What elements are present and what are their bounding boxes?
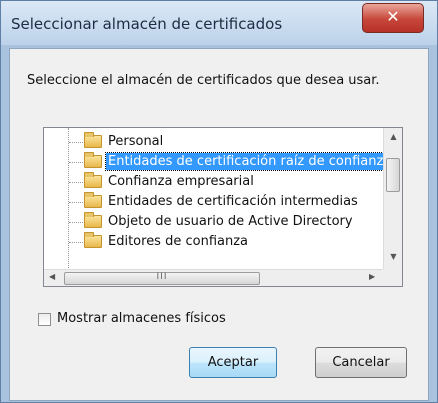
tree-item-trusted-root[interactable]: Entidades de certificación raíz de confi… bbox=[44, 152, 395, 172]
instruction-text: Seleccione el almacén de certificados qu… bbox=[27, 73, 380, 88]
tree-branch bbox=[69, 142, 83, 143]
show-physical-checkbox[interactable] bbox=[38, 313, 51, 326]
close-button[interactable]: ✕ bbox=[362, 3, 424, 33]
tree-item-active-directory[interactable]: Objeto de usuario de Active Directory bbox=[44, 212, 380, 232]
tree-item-label: Confianza empresarial bbox=[108, 174, 254, 189]
tree-item-label: Objeto de usuario de Active Directory bbox=[108, 214, 353, 229]
scroll-down-icon[interactable]: ▼ bbox=[384, 252, 402, 261]
cancel-button[interactable]: Cancelar bbox=[315, 347, 407, 378]
tree-branch bbox=[69, 202, 83, 203]
scroll-right-icon[interactable]: ▶ bbox=[369, 272, 375, 281]
tree-item-enterprise-trust[interactable]: Confianza empresarial bbox=[44, 172, 380, 192]
scroll-up-icon[interactable]: ▲ bbox=[384, 132, 402, 141]
tree-item-trusted-publishers[interactable]: Editores de confianza bbox=[44, 232, 380, 252]
tree-branch bbox=[69, 222, 83, 223]
title-bar[interactable]: Seleccionar almacén de certificados ✕ bbox=[1, 1, 437, 45]
tree-branch bbox=[69, 182, 83, 183]
tree-item-intermediate-ca[interactable]: Entidades de certificación intermedias bbox=[44, 192, 380, 212]
scrollbar-corner bbox=[383, 269, 402, 286]
tree-branch bbox=[69, 162, 83, 163]
folder-icon bbox=[84, 192, 102, 208]
tree-item-label: Entidades de certificación intermedias bbox=[108, 194, 358, 209]
folder-icon bbox=[84, 152, 102, 168]
certificate-store-tree[interactable]: Personal Entidades de certificación raíz… bbox=[43, 127, 403, 287]
grip-icon: III bbox=[156, 272, 168, 282]
show-physical-label[interactable]: Mostrar almacenes físicos bbox=[57, 311, 226, 326]
tree-item-label: Entidades de certificación raíz de confi… bbox=[104, 152, 395, 171]
vertical-scrollbar[interactable]: ▲ ▼ bbox=[383, 128, 402, 269]
tree-item-label: Personal bbox=[108, 134, 164, 149]
folder-icon bbox=[84, 132, 102, 148]
vertical-scroll-thumb[interactable] bbox=[386, 158, 400, 192]
horizontal-scroll-thumb[interactable]: III bbox=[64, 272, 260, 285]
tree-item-personal[interactable]: Personal bbox=[44, 132, 380, 152]
tree-branch bbox=[69, 242, 83, 243]
dialog-title: Seleccionar almacén de certificados bbox=[11, 15, 283, 33]
folder-icon bbox=[84, 172, 102, 188]
folder-icon bbox=[84, 232, 102, 248]
horizontal-scrollbar[interactable]: ◀ III ▶ bbox=[44, 269, 383, 286]
close-icon: ✕ bbox=[386, 7, 400, 26]
scroll-left-icon[interactable]: ◀ bbox=[49, 272, 55, 281]
ok-button[interactable]: Aceptar bbox=[189, 347, 277, 378]
tree-item-label: Editores de confianza bbox=[108, 234, 248, 249]
folder-icon bbox=[84, 212, 102, 228]
